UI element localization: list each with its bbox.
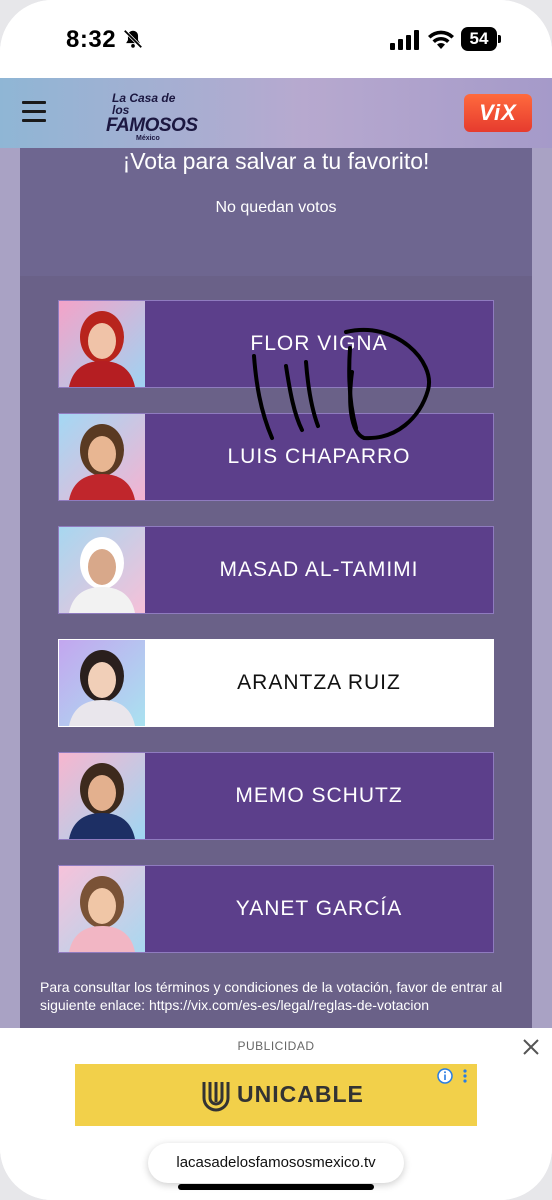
wifi-icon [428, 30, 454, 49]
battery-indicator: 54 [461, 27, 501, 51]
vix-logo-button[interactable]: ViX [464, 94, 532, 132]
candidate-name: MASAD AL-TAMIMI [219, 558, 419, 581]
candidate-photo [59, 414, 145, 500]
battery-level: 54 [461, 27, 497, 51]
candidate-vote-button[interactable]: MEMO SCHUTZ [58, 752, 494, 840]
close-icon[interactable] [522, 1038, 540, 1056]
ad-brand-text: UNICABLE [237, 1081, 364, 1107]
info-icon[interactable] [437, 1068, 453, 1084]
candidate-name: YANET GARCÍA [235, 897, 403, 920]
candidate-photo [59, 753, 145, 839]
candidate-vote-button[interactable]: LUIS CHAPARRO [58, 413, 494, 501]
signal-icon [390, 30, 419, 50]
show-logo[interactable]: La Casa de los FAMOSOS México [106, 92, 198, 142]
candidate-vote-button[interactable]: ARANTZA RUIZ [58, 639, 494, 727]
status-bar: 8:32 54 [0, 0, 552, 78]
home-indicator[interactable] [178, 1184, 374, 1190]
browser-url-bar[interactable]: lacasadelosfamososmexico.tv [148, 1143, 404, 1183]
phone-screen: 8:32 54 La Casa de los FAMOSOS México Vi… [0, 0, 552, 1200]
ad-banner[interactable]: UNICABLE [75, 1064, 477, 1126]
candidate-photo [59, 527, 145, 613]
candidate-name: ARANTZA RUIZ [237, 671, 401, 694]
vote-title: ¡Vota para salvar a tu favorito! [122, 148, 430, 174]
candidate-name: LUIS CHAPARRO [227, 445, 411, 468]
ad-label: PUBLICIDAD [237, 1039, 315, 1053]
hamburger-menu-icon[interactable] [22, 101, 46, 123]
status-time: 8:32 [66, 26, 117, 53]
site-header: La Casa de los FAMOSOS México ViX [0, 78, 552, 148]
battery-tip [498, 35, 501, 43]
candidate-photo [59, 301, 145, 387]
candidate-vote-button[interactable]: YANET GARCÍA [58, 865, 494, 953]
bell-slash-icon [123, 29, 143, 49]
candidate-photo [59, 866, 145, 952]
candidate-photo [59, 640, 145, 726]
terms-text: Para consultar los términos y condicione… [40, 979, 503, 1013]
candidate-vote-button[interactable]: MASAD AL-TAMIMI [58, 526, 494, 614]
more-options-icon[interactable] [461, 1068, 469, 1084]
candidate-name: MEMO SCHUTZ [235, 784, 403, 807]
candidate-vote-button[interactable]: FLOR VIGNA [58, 300, 494, 388]
unicable-logo-icon [202, 1082, 230, 1112]
votes-remaining-text: No quedan votos [215, 199, 337, 216]
candidate-name: FLOR VIGNA [250, 332, 388, 355]
